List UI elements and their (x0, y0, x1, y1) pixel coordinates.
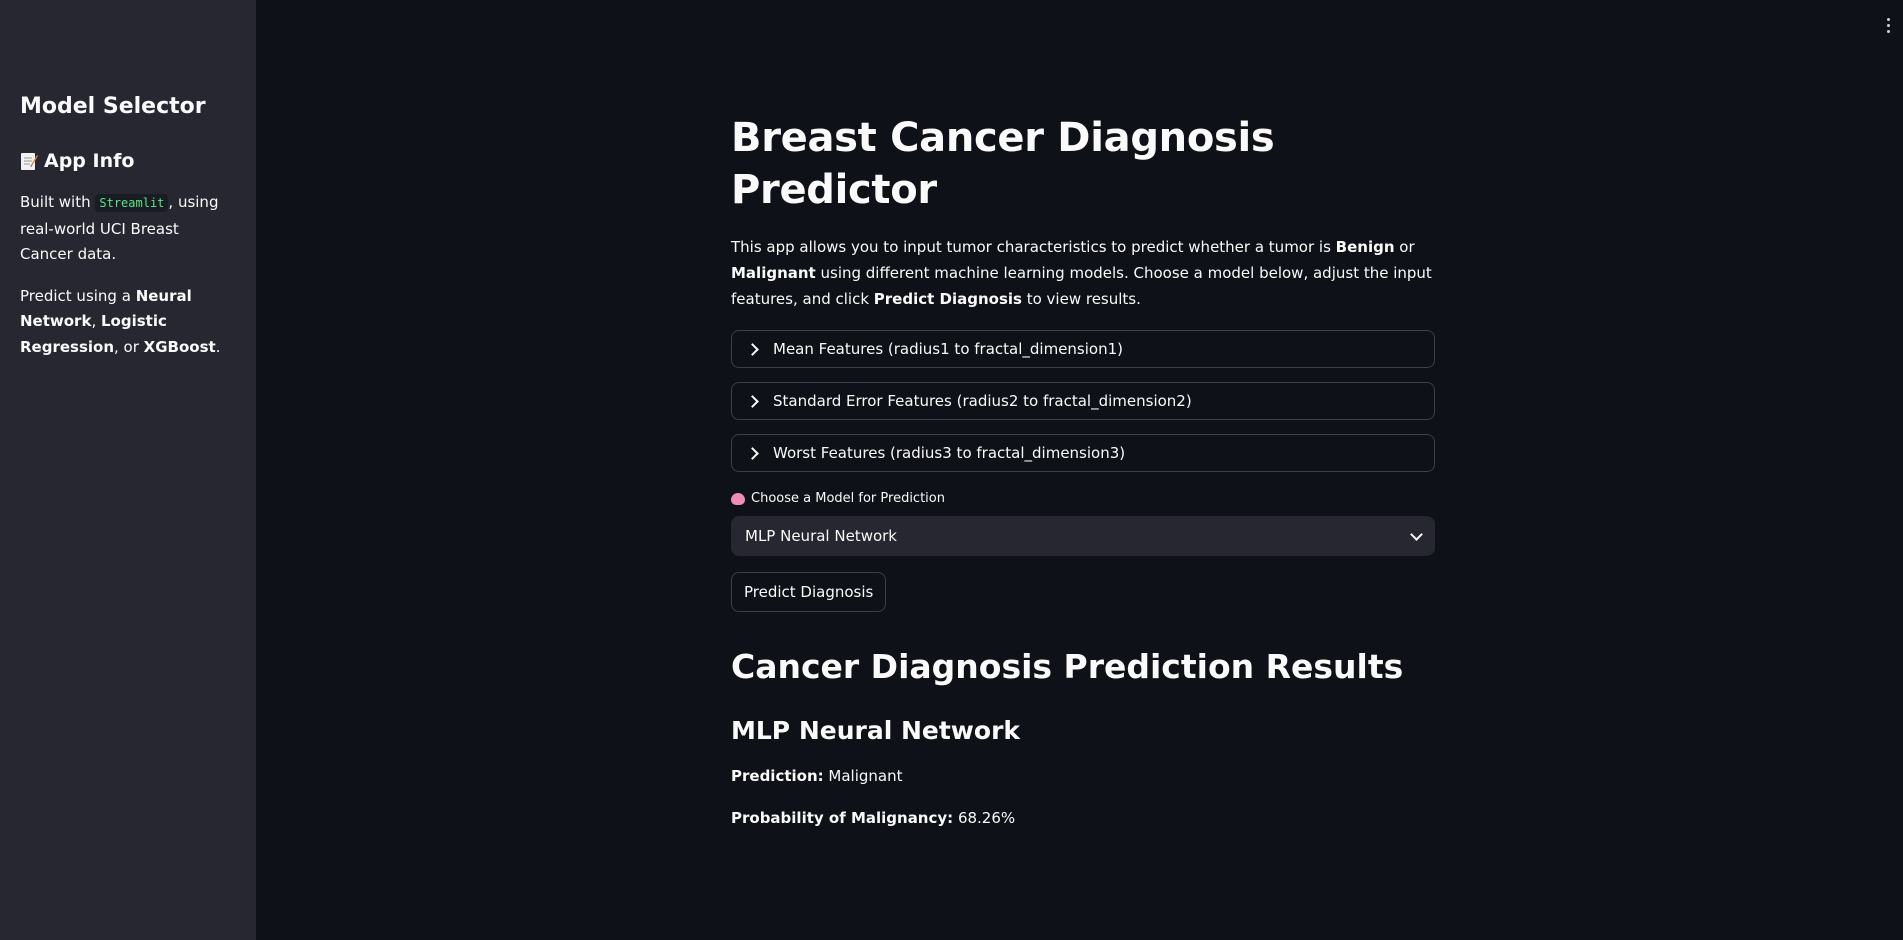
expander-standard-error-features[interactable]: Standard Error Features (radius2 to frac… (731, 382, 1435, 420)
end-period: . (215, 337, 221, 356)
sep1: , (91, 312, 101, 330)
chevron-right-icon (746, 342, 759, 356)
model-select-label: Choose a Model for Prediction (731, 490, 1435, 508)
intro-part3: to view results. (1021, 290, 1141, 308)
memo-icon (20, 151, 38, 171)
intro-predict: Predict Diagnosis (873, 290, 1022, 308)
prediction-value: Malignant (828, 767, 903, 785)
predict-diagnosis-button[interactable]: Predict Diagnosis (731, 572, 887, 612)
chevron-down-icon (1410, 527, 1423, 541)
built-with-prefix: Built with (20, 193, 96, 211)
sidebar-title: Model Selector (20, 94, 206, 119)
main-content: Breast Cancer Diagnosis Predictor This a… (731, 112, 1435, 830)
intro-malignant: Malignant (731, 264, 816, 282)
intro-or: or (1394, 238, 1415, 256)
main-area: Breast Cancer Diagnosis Predictor This a… (256, 0, 1903, 940)
brain-icon (731, 493, 745, 505)
main-menu-icon[interactable] (1885, 18, 1891, 34)
expander-mean-features[interactable]: Mean Features (radius1 to fractal_dimens… (731, 330, 1435, 368)
prediction-label: Prediction: (731, 767, 824, 785)
model-select-label-text: Choose a Model for Prediction (751, 491, 945, 506)
chevron-right-icon (746, 394, 759, 408)
intro-text: This app allows you to input tumor chara… (731, 234, 1435, 312)
probability-value: 68.26% (957, 809, 1016, 827)
results-heading: Cancer Diagnosis Prediction Results (731, 647, 1404, 686)
predict-using-text: Predict using a Neural Network, Logistic… (20, 284, 236, 361)
chevron-right-icon (746, 446, 759, 460)
predict-prefix: Predict using a (20, 286, 136, 305)
intro-part1: This app allows you to input tumor chara… (731, 238, 1336, 256)
sep2: , or (114, 337, 144, 356)
streamlit-code: Streamlit (95, 194, 169, 212)
expander-label: Standard Error Features (radius2 to frac… (773, 392, 1192, 410)
app-info-heading: App Info (20, 148, 236, 174)
expander-label: Worst Features (radius3 to fractal_dimen… (773, 444, 1126, 462)
sidebar: Model Selector App Info Built with Strea… (0, 0, 256, 940)
prediction-row: Prediction: Malignant (731, 764, 1435, 788)
expander-worst-features[interactable]: Worst Features (radius3 to fractal_dimen… (731, 434, 1435, 472)
page-title: Breast Cancer Diagnosis Predictor (731, 115, 1275, 213)
intro-benign: Benign (1335, 238, 1395, 256)
model-select-value: MLP Neural Network (745, 527, 897, 545)
probability-row: Probability of Malignancy: 68.26% (731, 806, 1435, 830)
model-xgboost: XGBoost (143, 337, 216, 356)
model-result-heading: MLP Neural Network (731, 716, 1021, 745)
app-root: Model Selector App Info Built with Strea… (0, 0, 1903, 940)
app-info-heading-text: App Info (44, 150, 135, 172)
built-with-text: Built with Streamlit, using real-world U… (20, 190, 236, 268)
model-select[interactable]: MLP Neural Network (731, 516, 1435, 556)
expander-label: Mean Features (radius1 to fractal_dimens… (773, 340, 1123, 358)
probability-label: Probability of Malignancy: (731, 809, 954, 827)
